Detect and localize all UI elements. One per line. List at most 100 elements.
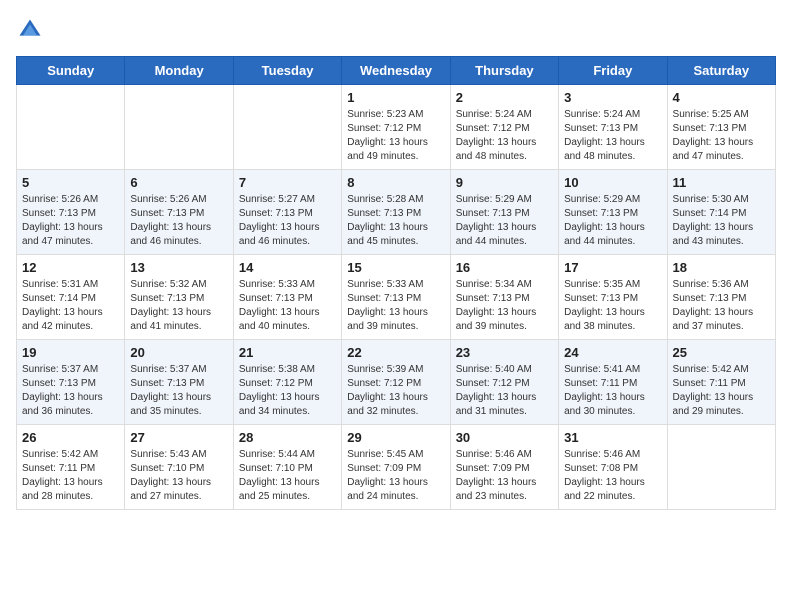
day-info: Sunrise: 5:36 AMSunset: 7:13 PMDaylight:…	[673, 278, 770, 334]
calendar-empty-cell	[17, 85, 125, 170]
day-header-wednesday: Wednesday	[342, 57, 450, 85]
day-number: 18	[673, 260, 770, 275]
calendar-day-27: 27 Sunrise: 5:43 AMSunset: 7:10 PMDayligh…	[125, 425, 233, 510]
calendar-day-21: 21Sunrise: 5:38 AMSunset: 7:12 PMDayligh…	[233, 340, 341, 425]
day-number: 31	[564, 430, 661, 445]
calendar-day-14: 14 Sunrise: 5:33 AMSunset: 7:13 PMDayligh…	[233, 255, 341, 340]
calendar-day-1: 1 Sunrise: 5:23 AMSunset: 7:12 PMDaylight…	[342, 85, 450, 170]
day-number: 15	[347, 260, 444, 275]
day-number: 8	[347, 175, 444, 190]
calendar-day-11: 11 Sunrise: 5:30 AMSunset: 7:14 PMDayligh…	[667, 170, 775, 255]
calendar-day-22: 22Sunrise: 5:39 AMSunset: 7:12 PMDayligh…	[342, 340, 450, 425]
day-info: Sunrise: 5:46 AMSunset: 7:09 PMDaylight:…	[456, 448, 553, 504]
logo	[16, 16, 48, 44]
calendar-header-row: SundayMondayTuesdayWednesdayThursdayFrid…	[17, 57, 776, 85]
day-number: 6	[130, 175, 227, 190]
day-info: Sunrise: 5:37 AMSunset: 7:13 PMDaylight:…	[130, 363, 227, 419]
day-header-tuesday: Tuesday	[233, 57, 341, 85]
calendar-day-6: 6Sunrise: 5:26 AMSunset: 7:13 PMDaylight…	[125, 170, 233, 255]
day-number: 2	[456, 90, 553, 105]
calendar-empty-cell	[233, 85, 341, 170]
day-header-monday: Monday	[125, 57, 233, 85]
day-number: 27	[130, 430, 227, 445]
day-info: Sunrise: 5:29 AMSunset: 7:13 PMDaylight:…	[564, 193, 661, 249]
day-number: 16	[456, 260, 553, 275]
calendar-day-10: 10 Sunrise: 5:29 AMSunset: 7:13 PMDayligh…	[559, 170, 667, 255]
day-number: 17	[564, 260, 661, 275]
day-info: Sunrise: 5:39 AMSunset: 7:12 PMDaylight:…	[347, 363, 444, 419]
day-number: 19	[22, 345, 119, 360]
day-number: 1	[347, 90, 444, 105]
generalblue-logo-icon	[16, 16, 44, 44]
day-number: 25	[673, 345, 770, 360]
day-info: Sunrise: 5:26 AMSunset: 7:13 PMDaylight:…	[22, 193, 119, 249]
day-number: 23	[456, 345, 553, 360]
calendar-day-5: 5 Sunrise: 5:26 AMSunset: 7:13 PMDaylight…	[17, 170, 125, 255]
calendar-day-18: 18 Sunrise: 5:36 AMSunset: 7:13 PMDayligh…	[667, 255, 775, 340]
day-info: Sunrise: 5:34 AMSunset: 7:13 PMDaylight:…	[456, 278, 553, 334]
calendar-day-17: 17Sunrise: 5:35 AMSunset: 7:13 PMDayligh…	[559, 255, 667, 340]
calendar-day-15: 15 Sunrise: 5:33 AMSunset: 7:13 PMDayligh…	[342, 255, 450, 340]
calendar-day-2: 2 Sunrise: 5:24 AMSunset: 7:12 PMDaylight…	[450, 85, 558, 170]
day-info: Sunrise: 5:43 AMSunset: 7:10 PMDaylight:…	[130, 448, 227, 504]
calendar-empty-cell	[125, 85, 233, 170]
day-number: 13	[130, 260, 227, 275]
day-number: 12	[22, 260, 119, 275]
day-header-thursday: Thursday	[450, 57, 558, 85]
day-info: Sunrise: 5:42 AMSunset: 7:11 PMDaylight:…	[673, 363, 770, 419]
header	[16, 16, 776, 44]
day-info: Sunrise: 5:32 AMSunset: 7:13 PMDaylight:…	[130, 278, 227, 334]
day-info: Sunrise: 5:33 AMSunset: 7:13 PMDaylight:…	[239, 278, 336, 334]
calendar-table: SundayMondayTuesdayWednesdayThursdayFrid…	[16, 56, 776, 510]
day-info: Sunrise: 5:44 AMSunset: 7:10 PMDaylight:…	[239, 448, 336, 504]
calendar-day-3: 3 Sunrise: 5:24 AMSunset: 7:13 PMDaylight…	[559, 85, 667, 170]
day-number: 14	[239, 260, 336, 275]
calendar-day-29: 29 Sunrise: 5:45 AMSunset: 7:09 PMDayligh…	[342, 425, 450, 510]
day-info: Sunrise: 5:30 AMSunset: 7:14 PMDaylight:…	[673, 193, 770, 249]
day-header-sunday: Sunday	[17, 57, 125, 85]
calendar-day-20: 20 Sunrise: 5:37 AMSunset: 7:13 PMDayligh…	[125, 340, 233, 425]
day-number: 26	[22, 430, 119, 445]
day-info: Sunrise: 5:42 AMSunset: 7:11 PMDaylight:…	[22, 448, 119, 504]
day-number: 10	[564, 175, 661, 190]
calendar-day-16: 16 Sunrise: 5:34 AMSunset: 7:13 PMDayligh…	[450, 255, 558, 340]
day-info: Sunrise: 5:24 AMSunset: 7:12 PMDaylight:…	[456, 108, 553, 164]
calendar-day-28: 28 Sunrise: 5:44 AMSunset: 7:10 PMDayligh…	[233, 425, 341, 510]
day-info: Sunrise: 5:24 AMSunset: 7:13 PMDaylight:…	[564, 108, 661, 164]
calendar-day-31: 31 Sunrise: 5:46 AMSunset: 7:08 PMDayligh…	[559, 425, 667, 510]
calendar-day-25: 25 Sunrise: 5:42 AMSunset: 7:11 PMDayligh…	[667, 340, 775, 425]
day-number: 29	[347, 430, 444, 445]
calendar-day-7: 7 Sunrise: 5:27 AMSunset: 7:13 PMDaylight…	[233, 170, 341, 255]
day-number: 5	[22, 175, 119, 190]
day-number: 7	[239, 175, 336, 190]
day-info: Sunrise: 5:46 AMSunset: 7:08 PMDaylight:…	[564, 448, 661, 504]
calendar-week-row: 26 Sunrise: 5:42 AMSunset: 7:11 PMDayligh…	[17, 425, 776, 510]
calendar-day-8: 8 Sunrise: 5:28 AMSunset: 7:13 PMDaylight…	[342, 170, 450, 255]
day-info: Sunrise: 5:41 AMSunset: 7:11 PMDaylight:…	[564, 363, 661, 419]
day-number: 9	[456, 175, 553, 190]
day-number: 21	[239, 345, 336, 360]
day-number: 30	[456, 430, 553, 445]
day-number: 4	[673, 90, 770, 105]
calendar-empty-cell	[667, 425, 775, 510]
day-number: 28	[239, 430, 336, 445]
day-number: 3	[564, 90, 661, 105]
calendar-day-13: 13 Sunrise: 5:32 AMSunset: 7:13 PMDayligh…	[125, 255, 233, 340]
day-info: Sunrise: 5:27 AMSunset: 7:13 PMDaylight:…	[239, 193, 336, 249]
day-info: Sunrise: 5:25 AMSunset: 7:13 PMDaylight:…	[673, 108, 770, 164]
day-info: Sunrise: 5:23 AMSunset: 7:12 PMDaylight:…	[347, 108, 444, 164]
calendar-week-row: 12 Sunrise: 5:31 AMSunset: 7:14 PMDayligh…	[17, 255, 776, 340]
calendar-day-9: 9Sunrise: 5:29 AMSunset: 7:13 PMDaylight…	[450, 170, 558, 255]
day-info: Sunrise: 5:33 AMSunset: 7:13 PMDaylight:…	[347, 278, 444, 334]
day-info: Sunrise: 5:37 AMSunset: 7:13 PMDaylight:…	[22, 363, 119, 419]
calendar-week-row: 5 Sunrise: 5:26 AMSunset: 7:13 PMDaylight…	[17, 170, 776, 255]
day-header-friday: Friday	[559, 57, 667, 85]
day-number: 11	[673, 175, 770, 190]
calendar-day-19: 19 Sunrise: 5:37 AMSunset: 7:13 PMDayligh…	[17, 340, 125, 425]
day-info: Sunrise: 5:31 AMSunset: 7:14 PMDaylight:…	[22, 278, 119, 334]
day-number: 24	[564, 345, 661, 360]
day-number: 20	[130, 345, 227, 360]
day-info: Sunrise: 5:28 AMSunset: 7:13 PMDaylight:…	[347, 193, 444, 249]
day-info: Sunrise: 5:45 AMSunset: 7:09 PMDaylight:…	[347, 448, 444, 504]
calendar-day-23: 23Sunrise: 5:40 AMSunset: 7:12 PMDayligh…	[450, 340, 558, 425]
